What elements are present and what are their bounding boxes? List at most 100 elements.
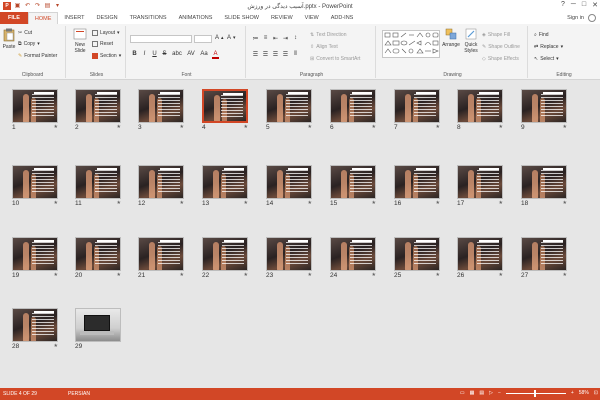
transition-star-icon[interactable]: ★ — [308, 272, 312, 278]
redo-icon[interactable]: ↷ — [34, 3, 41, 10]
slide-thumbnail[interactable]: 15 ★ — [330, 165, 376, 207]
slide-thumbnail[interactable]: 16 ★ — [394, 165, 440, 207]
slide-preview[interactable] — [138, 89, 184, 123]
slide-preview[interactable] — [202, 89, 248, 123]
slide-thumbnail[interactable]: 25 ★ — [394, 237, 440, 279]
slide-preview[interactable] — [457, 165, 503, 199]
slide-thumbnail[interactable]: 21 ★ — [138, 237, 184, 279]
transition-star-icon[interactable]: ★ — [436, 200, 440, 206]
replace-button[interactable]: ⇄ Replace ▾ — [534, 44, 563, 50]
slide-preview[interactable] — [75, 89, 121, 123]
transition-star-icon[interactable]: ★ — [436, 272, 440, 278]
bold-button[interactable]: B — [131, 51, 138, 59]
tab-add-ins[interactable]: ADD-INS — [325, 12, 360, 24]
transition-star-icon[interactable]: ★ — [54, 343, 58, 349]
transition-star-icon[interactable]: ★ — [54, 272, 58, 278]
tab-animations[interactable]: ANIMATIONS — [173, 12, 219, 24]
slide-thumbnail[interactable]: 9 ★ — [521, 89, 567, 131]
slide-thumbnail[interactable]: 1 ★ — [12, 89, 58, 131]
help-button[interactable]: ? — [561, 1, 565, 9]
transition-star-icon[interactable]: ★ — [563, 200, 567, 206]
slide-thumbnail[interactable]: 24 ★ — [330, 237, 376, 279]
slide-thumbnail[interactable]: 12 ★ — [138, 165, 184, 207]
transition-star-icon[interactable]: ★ — [244, 124, 248, 130]
select-button[interactable]: ↖ Select ▾ — [534, 56, 559, 62]
undo-icon[interactable]: ↶ — [24, 3, 31, 10]
slideshow-view-icon[interactable]: ▷ — [489, 390, 493, 396]
transition-star-icon[interactable]: ★ — [244, 200, 248, 206]
slide-thumbnail[interactable]: 29 — [75, 308, 121, 350]
transition-star-icon[interactable]: ★ — [499, 200, 503, 206]
slide-preview[interactable] — [202, 237, 248, 271]
slide-thumbnail[interactable]: 8 ★ — [457, 89, 503, 131]
align-center-icon[interactable]: ☰ — [262, 51, 269, 58]
quick-styles-button[interactable]: Quick Styles — [462, 28, 480, 54]
text-shadow-button[interactable]: abc — [171, 51, 183, 59]
slide-preview[interactable] — [330, 237, 376, 271]
transition-star-icon[interactable]: ★ — [180, 124, 184, 130]
fit-to-window-icon[interactable]: ⊡ — [594, 390, 598, 396]
slide-thumbnail[interactable]: 4 ★ — [202, 89, 248, 131]
slide-thumbnail[interactable]: 20 ★ — [75, 237, 121, 279]
slide-preview[interactable] — [75, 165, 121, 199]
transition-star-icon[interactable]: ★ — [563, 272, 567, 278]
slide-thumbnail[interactable]: 13 ★ — [202, 165, 248, 207]
transition-star-icon[interactable]: ★ — [244, 272, 248, 278]
slide-preview[interactable] — [202, 165, 248, 199]
transition-star-icon[interactable]: ★ — [436, 124, 440, 130]
transition-star-icon[interactable]: ★ — [117, 200, 121, 206]
slide-preview[interactable] — [12, 308, 58, 342]
tab-view[interactable]: VIEW — [299, 12, 325, 24]
arrange-button[interactable]: Arrange — [442, 28, 460, 48]
close-button[interactable]: ✕ — [592, 1, 598, 9]
normal-view-icon[interactable]: ▭ — [460, 390, 465, 396]
new-slide-button[interactable]: New Slide — [71, 28, 89, 54]
layout-button[interactable]: Layout ▾ — [92, 30, 120, 36]
transition-star-icon[interactable]: ★ — [499, 124, 503, 130]
zoom-slider[interactable] — [505, 389, 566, 397]
decrease-indent-icon[interactable]: ⇤ — [272, 35, 279, 42]
increase-indent-icon[interactable]: ⇥ — [282, 35, 289, 42]
paste-button[interactable]: Paste — [2, 28, 16, 50]
slide-preview[interactable] — [521, 237, 567, 271]
slide-preview[interactable] — [457, 89, 503, 123]
transition-star-icon[interactable]: ★ — [54, 200, 58, 206]
slide-thumbnail[interactable]: 28 ★ — [12, 308, 58, 350]
save-icon[interactable]: ▣ — [14, 3, 21, 10]
shapes-gallery[interactable] — [382, 30, 440, 58]
maximize-button[interactable]: □ — [582, 1, 586, 9]
underline-button[interactable]: U — [151, 51, 158, 59]
slide-preview[interactable] — [138, 165, 184, 199]
slide-thumbnail[interactable]: 27 ★ — [521, 237, 567, 279]
cut-button[interactable]: ✂ Cut — [18, 30, 32, 36]
language-status[interactable]: PERSIAN — [68, 391, 90, 397]
slide-preview[interactable] — [394, 237, 440, 271]
justify-icon[interactable]: ☰ — [282, 51, 289, 58]
slide-preview[interactable] — [330, 165, 376, 199]
transition-star-icon[interactable]: ★ — [180, 272, 184, 278]
slide-preview[interactable] — [12, 165, 58, 199]
slide-preview[interactable] — [266, 165, 312, 199]
strikethrough-button[interactable]: S — [161, 51, 168, 59]
slide-thumbnail[interactable]: 10 ★ — [12, 165, 58, 207]
transition-star-icon[interactable]: ★ — [499, 272, 503, 278]
section-button[interactable]: Section ▾ — [92, 53, 121, 59]
transition-star-icon[interactable]: ★ — [563, 124, 567, 130]
slide-preview[interactable] — [12, 237, 58, 271]
shape-effects-button[interactable]: ◇ Shape Effects — [482, 56, 519, 62]
slide-preview[interactable] — [12, 89, 58, 123]
transition-star-icon[interactable]: ★ — [372, 200, 376, 206]
transition-star-icon[interactable]: ★ — [308, 124, 312, 130]
character-spacing-button[interactable]: AV — [186, 51, 196, 59]
slide-preview[interactable] — [330, 89, 376, 123]
start-slideshow-icon[interactable]: ▤ — [44, 3, 51, 10]
slide-preview[interactable] — [75, 237, 121, 271]
shrink-font-button[interactable]: A ▾ — [227, 35, 236, 41]
italic-button[interactable]: I — [141, 51, 148, 59]
slide-thumbnail[interactable]: 17 ★ — [457, 165, 503, 207]
font-color-button[interactable]: A — [212, 51, 219, 59]
align-text-button[interactable]: ⇳ Align Text — [310, 44, 338, 50]
slide-sorter-view-icon[interactable]: ▦ — [470, 390, 475, 396]
slide-preview[interactable] — [394, 89, 440, 123]
reading-view-icon[interactable]: ▤ — [479, 390, 484, 396]
